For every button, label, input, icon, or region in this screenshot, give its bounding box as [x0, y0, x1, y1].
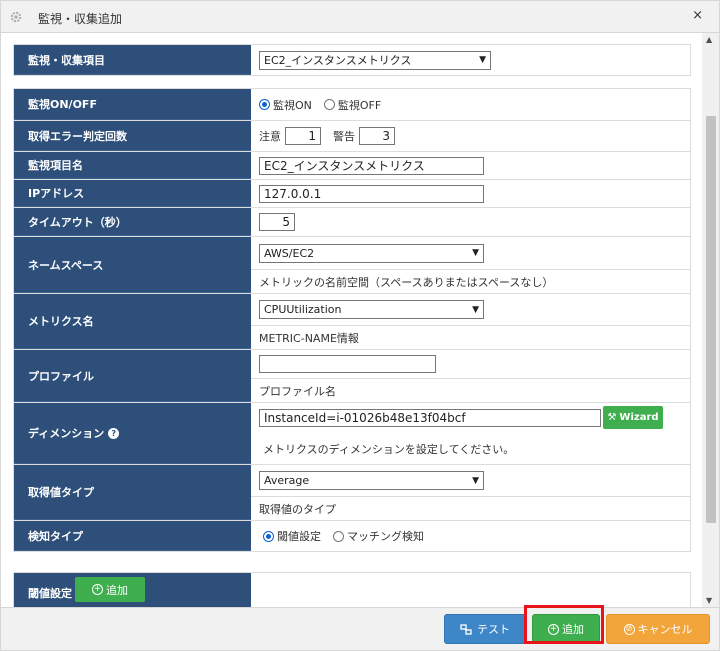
- monitor-onoff-row: 監視ON/OFF 監視ON 監視OFF: [14, 89, 690, 121]
- timeout-row: タイムアウト（秒） 5: [14, 208, 690, 237]
- threshold-section: 閾値設定 + 追加: [13, 572, 691, 607]
- chevron-down-icon: ▼: [472, 248, 479, 259]
- chevron-down-icon: ▼: [472, 475, 479, 486]
- value-type-help: 取得値のタイプ: [259, 502, 336, 516]
- monitor-item-section: 監視・収集項目 EC2_インスタンスメトリクス ▼: [13, 44, 691, 76]
- detect-type-row: 検知タイプ 閾値設定 マッチング検知: [14, 521, 690, 551]
- namespace-label: ネームスペース: [14, 237, 251, 293]
- gear-icon: [10, 11, 22, 23]
- dimension-row: ディメンション ? InstanceId=i-01026b48e13f04bcf…: [14, 403, 690, 465]
- profile-help: プロファイル名: [259, 384, 336, 398]
- dialog-body: 監視・収集項目 EC2_インスタンスメトリクス ▼ 監視ON/OFF 監視ON …: [0, 33, 720, 607]
- plus-circle-icon: +: [92, 584, 103, 595]
- cancel-circle-icon: ⊘: [623, 623, 635, 635]
- scrollbar-thumb[interactable]: [706, 116, 716, 523]
- metrics-name-label: メトリクス名: [14, 294, 251, 349]
- monitor-on-radio[interactable]: 監視ON: [259, 97, 312, 113]
- radio-selected-icon: [259, 99, 270, 110]
- wand-icon: ⚒: [607, 412, 617, 423]
- radio-selected-icon: [263, 530, 274, 542]
- namespace-select[interactable]: AWS/EC2 ▼: [259, 243, 484, 263]
- error-count-label: 取得エラー判定回数: [14, 121, 251, 151]
- namespace-help: メトリックの名前空間（スペースありまたはスペースなし）: [259, 275, 554, 289]
- value-type-row: 取得値タイプ Average ▼ 取得値のタイプ: [14, 465, 690, 521]
- warn-label: 注意: [259, 130, 281, 143]
- item-name-label: 監視項目名: [14, 152, 251, 179]
- question-icon[interactable]: ?: [108, 427, 120, 439]
- ip-address-input[interactable]: 127.0.0.1: [259, 184, 484, 203]
- radio-unselected-icon: [333, 530, 344, 542]
- alert-count-input[interactable]: 3: [359, 127, 395, 145]
- monitor-item-label: 監視・収集項目: [14, 45, 251, 75]
- alert-label: 警告: [333, 130, 355, 143]
- matching-radio[interactable]: マッチング検知: [333, 528, 424, 544]
- link-icon: [460, 623, 472, 635]
- error-count-row: 取得エラー判定回数 注意 1 警告 3: [14, 121, 690, 152]
- close-icon[interactable]: ×: [692, 8, 703, 23]
- scroll-up-icon[interactable]: ▲: [706, 35, 712, 44]
- dialog-footer: テスト + 追加 ⊘ キャンセル: [0, 607, 720, 651]
- monitor-onoff-label: 監視ON/OFF: [14, 89, 251, 120]
- dialog-titlebar: 監視・収集追加 ×: [0, 0, 720, 33]
- threshold-row: 閾値設定 + 追加: [14, 573, 690, 607]
- monitor-settings-section: 監視ON/OFF 監視ON 監視OFF 取得エラー判定回数 注意 1 警告 3: [13, 88, 691, 552]
- threshold-add-button[interactable]: + 追加: [75, 577, 145, 602]
- dimension-label: ディメンション ?: [14, 403, 251, 464]
- metrics-name-help: METRIC-NAME情報: [259, 331, 359, 345]
- value-type-select[interactable]: Average ▼: [259, 471, 484, 491]
- wizard-button[interactable]: ⚒ Wizard: [603, 406, 663, 429]
- add-button-highlight: [524, 605, 604, 644]
- vertical-scrollbar[interactable]: ▲ ▼: [702, 33, 719, 607]
- profile-row: プロファイル プロファイル名: [14, 350, 690, 403]
- monitor-item-select[interactable]: EC2_インスタンスメトリクス ▼: [259, 50, 491, 70]
- metrics-name-select[interactable]: CPUUtilization ▼: [259, 300, 484, 320]
- detect-type-label: 検知タイプ: [14, 521, 251, 551]
- warn-count-input[interactable]: 1: [285, 127, 321, 145]
- timeout-input[interactable]: 5: [259, 213, 295, 231]
- item-name-row: 監視項目名 EC2_インスタンスメトリクス: [14, 152, 690, 180]
- profile-label: プロファイル: [14, 350, 251, 402]
- radio-unselected-icon: [323, 99, 335, 110]
- threshold-radio[interactable]: 閾値設定: [263, 528, 321, 544]
- monitor-off-radio[interactable]: 監視OFF: [323, 97, 381, 113]
- dialog-title: 監視・収集追加: [38, 12, 123, 26]
- timeout-label: タイムアウト（秒）: [14, 208, 251, 236]
- ip-address-row: IPアドレス 127.0.0.1: [14, 180, 690, 208]
- chevron-down-icon: ▼: [479, 55, 486, 65]
- ip-address-label: IPアドレス: [14, 180, 251, 207]
- monitor-item-row: 監視・収集項目 EC2_インスタンスメトリクス ▼: [14, 45, 690, 75]
- value-type-label: 取得値タイプ: [14, 465, 251, 520]
- cancel-button[interactable]: ⊘ キャンセル: [606, 614, 710, 644]
- chevron-down-icon: ▼: [472, 304, 479, 315]
- namespace-row: ネームスペース AWS/EC2 ▼ メトリックの名前空間（スペースありまたはスペ…: [14, 237, 690, 294]
- profile-input[interactable]: [259, 355, 436, 374]
- scroll-down-icon[interactable]: ▼: [706, 596, 712, 605]
- item-name-input[interactable]: EC2_インスタンスメトリクス: [259, 156, 484, 175]
- dimension-help: メトリクスのディメンションを設定してください。: [263, 442, 515, 456]
- dimension-input[interactable]: InstanceId=i-01026b48e13f04bcf: [259, 409, 601, 428]
- metrics-name-row: メトリクス名 CPUUtilization ▼ METRIC-NAME情報: [14, 294, 690, 350]
- test-button[interactable]: テスト: [444, 614, 526, 644]
